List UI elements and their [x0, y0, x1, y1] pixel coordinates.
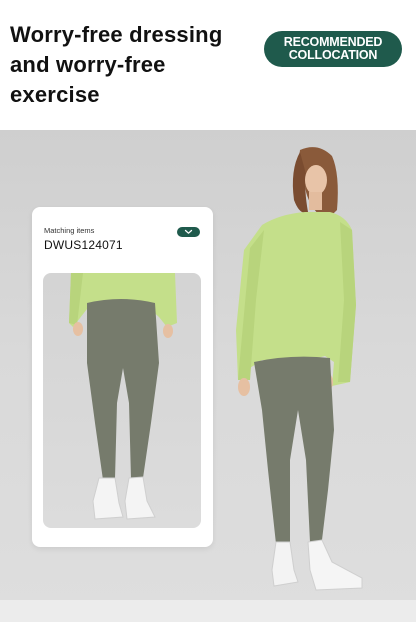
headline-line-1: Worry-free dressing [10, 22, 223, 47]
headline: Worry-free dressing and worry-free exerc… [10, 20, 260, 110]
headline-line-2: and worry-free [10, 52, 166, 77]
headline-line-3: exercise [10, 82, 100, 107]
matching-items-label: Matching items [44, 226, 95, 235]
badge-line-2: COLLOCATION [288, 48, 378, 62]
chevron-down-icon[interactable] [177, 227, 200, 237]
leggings-thumbnail-figure [69, 273, 177, 520]
product-code: DWUS124071 [44, 238, 123, 252]
matching-items-card[interactable]: Matching items DWUS124071 [32, 207, 213, 547]
recommended-collocation-badge: RECOMMENDED COLLOCATION [264, 31, 402, 67]
product-thumbnail[interactable] [43, 273, 201, 528]
